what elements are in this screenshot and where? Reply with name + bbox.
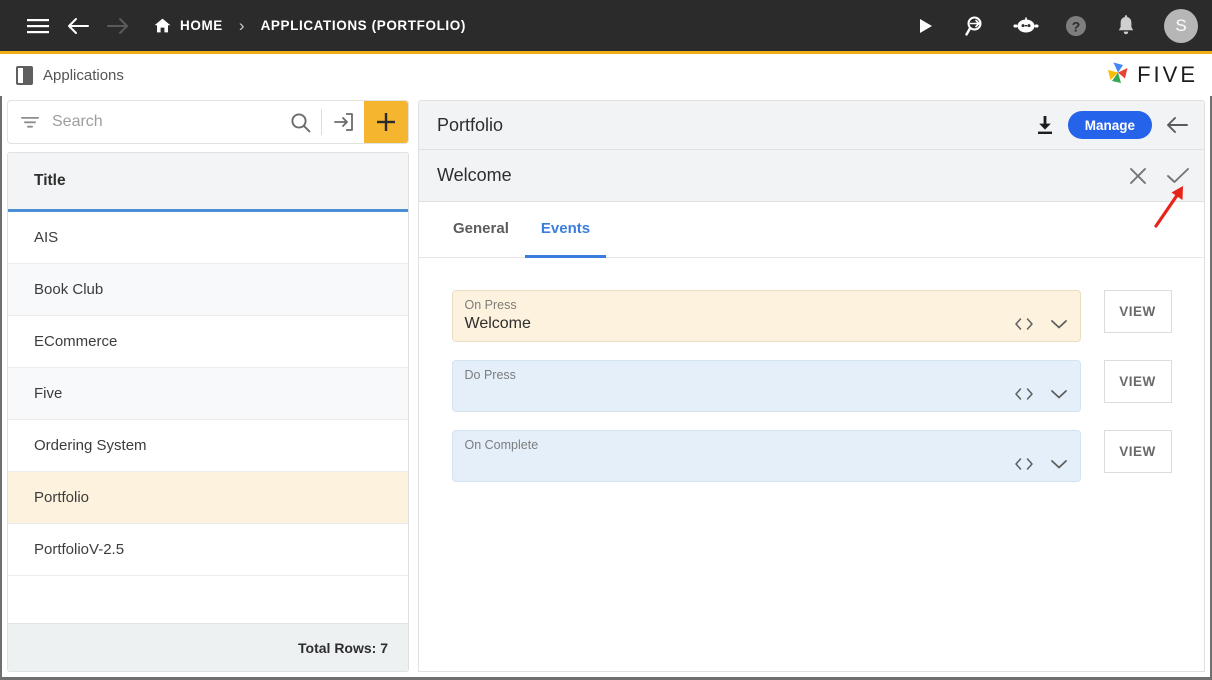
add-application-button[interactable] [364, 100, 408, 144]
event-field-icons [1014, 387, 1068, 401]
breadcrumb-item-current: APPLICATIONS (PORTFOLIO) [261, 18, 466, 33]
sub-header: Applications FIVE [0, 54, 1212, 96]
record-title: Welcome [437, 165, 512, 186]
event-field-value: Welcome [465, 313, 1080, 335]
avatar[interactable]: S [1164, 9, 1198, 43]
plus-icon [375, 111, 397, 133]
filter-icon[interactable] [20, 115, 40, 129]
top-nav-left-group: HOME › APPLICATIONS (PORTFOLIO) [18, 6, 466, 46]
table-row[interactable]: PortfolioV-2.5 [8, 524, 408, 576]
record-header: Welcome [418, 150, 1205, 202]
bell-icon[interactable] [1106, 6, 1146, 46]
table-row[interactable]: ECommerce [8, 316, 408, 368]
table-cell-title: PortfolioV-2.5 [34, 541, 124, 558]
table-cell-title: AIS [34, 229, 58, 246]
robot-icon[interactable] [1006, 6, 1046, 46]
brand-text: FIVE [1137, 62, 1198, 88]
code-brackets-icon[interactable] [1014, 387, 1034, 401]
chevron-down-icon[interactable] [1050, 388, 1068, 400]
applications-tab-label: Applications [43, 67, 124, 84]
five-pinwheel-icon [1103, 58, 1133, 93]
table-row[interactable]: AIS [8, 212, 408, 264]
code-brackets-icon[interactable] [1014, 457, 1034, 471]
breadcrumb-item-home[interactable]: HOME [154, 18, 223, 33]
event-field-icons [1014, 317, 1068, 331]
search-icon[interactable] [956, 6, 996, 46]
import-icon[interactable] [322, 100, 364, 144]
table-cell-title: Ordering System [34, 437, 147, 454]
search-icon[interactable] [279, 100, 321, 144]
play-icon[interactable] [906, 6, 946, 46]
application-window: HOME › APPLICATIONS (PORTFOLIO) [0, 0, 1212, 680]
chevron-down-icon[interactable] [1050, 458, 1068, 470]
record-content: General Events On Press Welcome [418, 202, 1205, 672]
detail-header-actions: Manage [1036, 111, 1190, 139]
brand-logo: FIVE [1103, 58, 1198, 93]
search-input[interactable] [52, 113, 279, 131]
table-cell-title: Portfolio [34, 489, 89, 506]
record-header-actions [1128, 166, 1190, 186]
view-button[interactable]: VIEW [1104, 430, 1172, 473]
view-button[interactable]: VIEW [1104, 290, 1172, 333]
event-field-icons [1014, 457, 1068, 471]
detail-header: Portfolio Manage [418, 100, 1205, 150]
close-icon[interactable] [1128, 166, 1148, 186]
event-row: On Press Welcome [452, 290, 1172, 342]
event-field-on-press[interactable]: On Press Welcome [452, 290, 1081, 342]
detail-title: Portfolio [437, 115, 503, 136]
table-cell-title: ECommerce [34, 333, 117, 350]
view-button[interactable]: VIEW [1104, 360, 1172, 403]
help-icon[interactable]: ? [1056, 6, 1096, 46]
applications-list-pane: Title AIS Book Club ECommerce Five [7, 96, 409, 672]
table-row-empty [8, 576, 408, 623]
breadcrumb: HOME › APPLICATIONS (PORTFOLIO) [154, 17, 466, 34]
detail-pane: Portfolio Manage [418, 96, 1205, 672]
event-field-label: On Complete [465, 438, 1080, 452]
event-field-on-complete[interactable]: On Complete [452, 430, 1081, 482]
table-cell-title: Book Club [34, 281, 103, 298]
hamburger-icon[interactable] [18, 6, 58, 46]
event-field-label: On Press [465, 298, 1080, 312]
event-field-label: Do Press [465, 368, 1080, 382]
arrow-right-icon [98, 6, 138, 46]
main-body: Title AIS Book Club ECommerce Five [0, 96, 1212, 680]
total-rows-label: Total Rows: 7 [298, 640, 388, 656]
event-field-do-press[interactable]: Do Press [452, 360, 1081, 412]
tab-events[interactable]: Events [525, 202, 606, 258]
home-icon [154, 18, 171, 33]
table-footer: Total Rows: 7 [8, 623, 408, 671]
manage-button[interactable]: Manage [1068, 111, 1152, 139]
search-toolbar [7, 100, 409, 144]
table-rows: AIS Book Club ECommerce Five Ordering Sy… [8, 212, 408, 623]
code-brackets-icon[interactable] [1014, 317, 1034, 331]
applications-table: Title AIS Book Club ECommerce Five [7, 152, 409, 672]
top-navigation-bar: HOME › APPLICATIONS (PORTFOLIO) [0, 0, 1212, 54]
panel-icon [16, 66, 33, 85]
applications-tab[interactable]: Applications [16, 66, 124, 85]
table-row[interactable]: Ordering System [8, 420, 408, 472]
download-icon[interactable] [1036, 115, 1054, 135]
svg-text:?: ? [1072, 18, 1081, 34]
table-row-selected[interactable]: Portfolio [8, 472, 408, 524]
arrow-left-icon[interactable] [1166, 115, 1190, 135]
breadcrumb-home-label: HOME [180, 18, 223, 33]
record-tabs: General Events [419, 202, 1204, 258]
top-nav-right-group: ? S [906, 6, 1198, 46]
breadcrumb-separator: › [239, 17, 245, 34]
table-row[interactable]: Book Club [8, 264, 408, 316]
check-icon[interactable] [1166, 166, 1190, 186]
table-column-header-title[interactable]: Title [8, 153, 408, 212]
event-row: On Complete [452, 430, 1172, 482]
avatar-initial: S [1175, 16, 1186, 36]
table-row[interactable]: Five [8, 368, 408, 420]
event-row: Do Press [452, 360, 1172, 412]
table-cell-title: Five [34, 385, 62, 402]
arrow-left-icon[interactable] [58, 6, 98, 46]
events-list: On Press Welcome [419, 258, 1204, 671]
tab-general[interactable]: General [437, 202, 525, 258]
chevron-down-icon[interactable] [1050, 318, 1068, 330]
